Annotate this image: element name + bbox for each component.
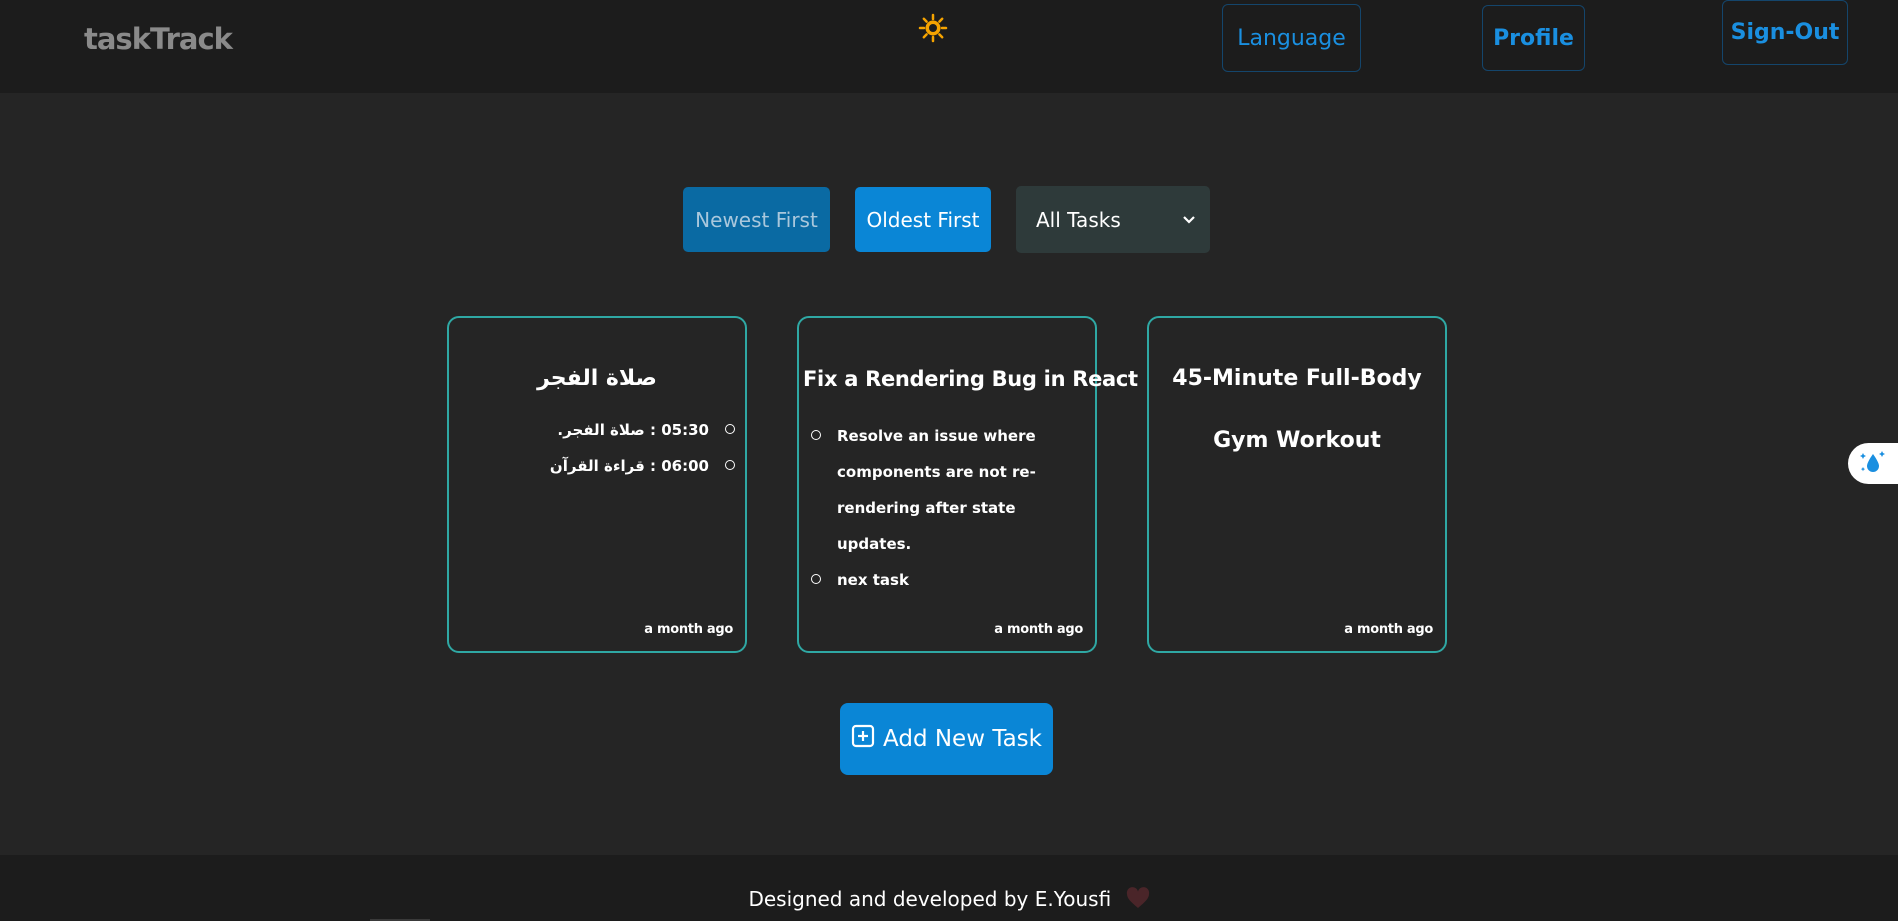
- side-widget-button[interactable]: [1848, 443, 1898, 484]
- footer: Designed and developed by E.Yousfi: [0, 855, 1898, 921]
- task-timestamp: a month ago: [994, 622, 1083, 637]
- task-timestamp: a month ago: [1344, 622, 1433, 637]
- task-title: Fix a Rendering Bug in React: [803, 367, 1138, 391]
- bullet-icon: [811, 574, 821, 584]
- bullet-icon: [811, 430, 821, 440]
- filter-selected-value: All Tasks: [1036, 207, 1121, 232]
- task-items: 05:30 : صلاة الفجر. 06:00 : قراءة القرآن: [447, 412, 747, 484]
- bullet-icon: [725, 424, 735, 434]
- task-card[interactable]: Fix a Rendering Bug in React Resolve an …: [797, 316, 1138, 653]
- footer-text: Designed and developed by E.Yousfi: [748, 887, 1112, 911]
- heart-icon: [1126, 887, 1150, 914]
- bullet-icon: [725, 460, 735, 470]
- list-item: nex task: [799, 562, 1095, 598]
- list-item: 05:30 : صلاة الفجر.: [447, 412, 747, 448]
- profile-button[interactable]: Profile: [1482, 5, 1585, 71]
- language-button[interactable]: Language: [1222, 4, 1361, 72]
- chevron-down-icon: [1182, 210, 1196, 229]
- task-title: صلاة الفجر: [537, 366, 657, 391]
- task-filter-select[interactable]: All Tasks: [1016, 186, 1210, 253]
- task-items: Resolve an issue where components are no…: [799, 418, 1095, 598]
- oldest-first-button[interactable]: Oldest First: [855, 187, 991, 252]
- newest-first-button[interactable]: Newest First: [683, 187, 830, 252]
- footer-credit: Designed and developed by E.Yousfi: [0, 887, 1898, 914]
- list-item: 06:00 : قراءة القرآن: [447, 448, 747, 484]
- signout-button[interactable]: Sign-Out: [1722, 0, 1848, 65]
- add-new-task-label: Add New Task: [883, 726, 1042, 752]
- brand-logo[interactable]: taskTrack: [84, 22, 233, 56]
- task-card[interactable]: 45-Minute Full-Body Gym Workout a month …: [1147, 316, 1447, 653]
- list-item: Resolve an issue where components are no…: [799, 418, 1095, 562]
- add-new-task-button[interactable]: Add New Task: [840, 703, 1053, 775]
- sun-icon[interactable]: [917, 12, 949, 44]
- water-drop-icon: [1858, 447, 1888, 481]
- navbar: taskTrack Language Profile Sign-Out: [0, 0, 1898, 93]
- plus-square-icon: [851, 724, 875, 754]
- task-card[interactable]: صلاة الفجر 05:30 : صلاة الفجر. 06:00 : ق…: [447, 316, 747, 653]
- task-title: 45-Minute Full-Body Gym Workout: [1172, 366, 1422, 453]
- task-timestamp: a month ago: [644, 622, 733, 637]
